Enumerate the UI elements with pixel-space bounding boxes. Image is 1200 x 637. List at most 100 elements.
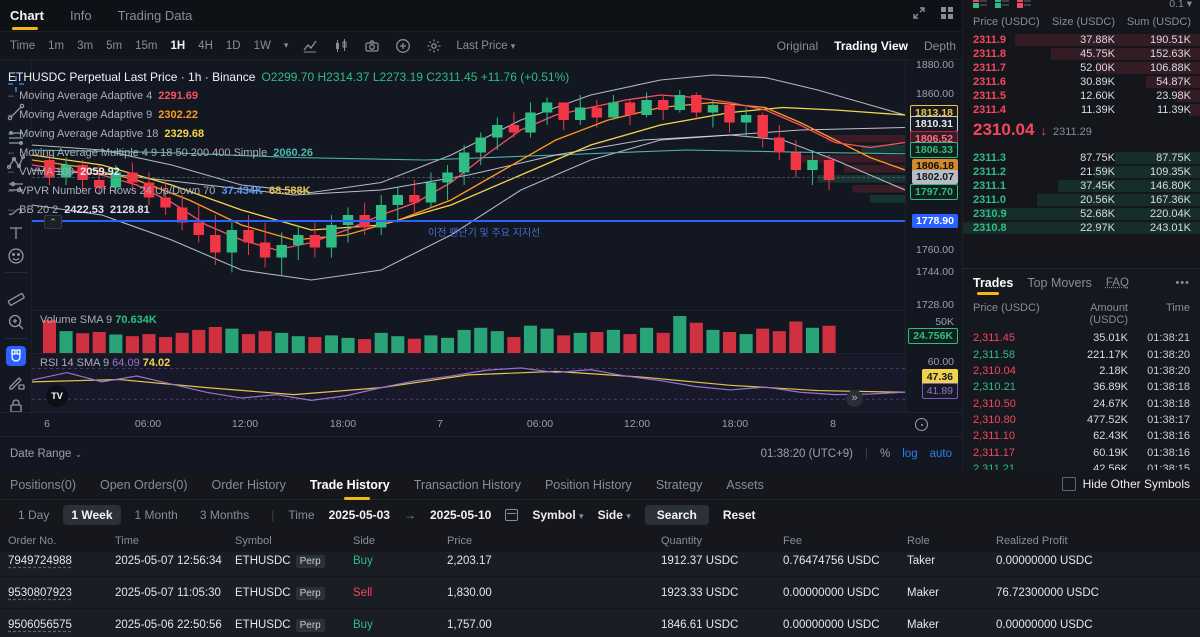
line-chart-icon[interactable]: [301, 37, 319, 55]
order-number[interactable]: 7949724988: [8, 555, 115, 567]
orderbook-row[interactable]: 2311.630.89K54.87K: [963, 75, 1200, 89]
text-tool-icon[interactable]: [6, 223, 26, 243]
price-axis[interactable]: 1880.001860.001813.181810.311806.521806.…: [905, 60, 962, 412]
pattern-tool-icon[interactable]: [6, 153, 26, 173]
orderbook-row[interactable]: 2311.411.39K11.39K: [963, 103, 1200, 117]
symbol-filter-select[interactable]: Symbol ▾: [532, 508, 583, 522]
emoji-tool-icon[interactable]: [6, 246, 26, 266]
tab-info[interactable]: Info: [70, 0, 92, 32]
bottom-tab-open-orders-0-[interactable]: Open Orders(0): [100, 470, 188, 500]
tick-size-select[interactable]: 0.1 ▾: [1169, 0, 1192, 10]
orderbook-row[interactable]: 2311.387.75K87.75K: [963, 151, 1200, 165]
trendline-tool-icon[interactable]: [6, 102, 26, 122]
interval-1m[interactable]: 1m: [48, 40, 64, 52]
measure-tool-icon[interactable]: [6, 286, 26, 306]
trade-row[interactable]: 2,311.4535.01K01:38:21: [963, 330, 1200, 346]
drawing-lock-icon[interactable]: [6, 373, 26, 393]
zoom-in-tool-icon[interactable]: [6, 312, 26, 332]
hide-other-symbols[interactable]: Hide Other Symbols: [1062, 477, 1190, 491]
interval-1d[interactable]: 1D: [226, 40, 241, 52]
view-mode-original[interactable]: Original: [777, 39, 818, 53]
expand-icon[interactable]: [912, 6, 926, 20]
view-mode-depth[interactable]: Depth: [924, 39, 956, 53]
tab-chart[interactable]: Chart: [10, 0, 44, 32]
trades-tab-trades[interactable]: Trades: [973, 276, 1013, 290]
interval-3m[interactable]: 3m: [77, 40, 93, 52]
add-indicator-icon[interactable]: [394, 37, 412, 55]
orderbook-row[interactable]: 2311.845.75K152.63K: [963, 47, 1200, 61]
table-row[interactable]: 95308079232025-05-07 11:05:30ETHUSDCPerp…: [0, 577, 1200, 608]
scroll-to-realtime-icon[interactable]: [915, 418, 928, 431]
orderbook-row[interactable]: 2311.137.45K146.80K: [963, 179, 1200, 193]
brush-tool-icon[interactable]: [6, 200, 26, 220]
interval-15m[interactable]: 15m: [135, 40, 157, 52]
orderbook-row[interactable]: 2311.020.56K167.36K: [963, 193, 1200, 207]
book-bids-icon[interactable]: [995, 0, 1009, 8]
interval-dropdown-caret[interactable]: ▾: [284, 40, 289, 51]
bottom-tab-trade-history[interactable]: Trade History: [310, 470, 390, 500]
calendar-icon[interactable]: [505, 509, 518, 521]
orderbook-row[interactable]: 2310.952.68K220.04K: [963, 207, 1200, 221]
fib-tool-icon[interactable]: [6, 128, 26, 148]
trade-row[interactable]: 2,311.1760.19K01:38:16: [963, 445, 1200, 461]
camera-icon[interactable]: [363, 37, 381, 55]
side-filter-select[interactable]: Side ▾: [598, 508, 631, 522]
orderbook-row[interactable]: 2311.512.60K23.98K: [963, 89, 1200, 103]
bottom-tab-position-history[interactable]: Position History: [545, 470, 632, 500]
bids-list[interactable]: 2311.387.75K87.75K2311.221.59K109.35K231…: [963, 151, 1200, 235]
bottom-tab-assets[interactable]: Assets: [726, 470, 764, 500]
date-range-button[interactable]: Date Range ⌄: [10, 448, 82, 460]
date-to-input[interactable]: 2025-05-10: [430, 508, 491, 522]
interval-1h[interactable]: 1H: [170, 40, 185, 52]
last-price-row[interactable]: 2310.04 ↓ 2311.29: [973, 120, 1092, 140]
orderbook-row[interactable]: 2311.221.59K109.35K: [963, 165, 1200, 179]
trades-tab-faq[interactable]: FAQ: [1106, 277, 1129, 289]
rsi-expand-button[interactable]: »: [846, 390, 863, 407]
table-row[interactable]: 95060565752025-05-06 22:50:56ETHUSDCPerp…: [0, 609, 1200, 637]
bottom-tab-order-history[interactable]: Order History: [212, 470, 286, 500]
time-axis[interactable]: 606:0012:0018:00706:0012:0018:008: [0, 412, 962, 436]
trades-more-icon[interactable]: •••: [1175, 277, 1190, 289]
bottom-tab-strategy[interactable]: Strategy: [656, 470, 703, 500]
range-3-months[interactable]: 3 Months: [192, 505, 257, 525]
range-1-month[interactable]: 1 Month: [127, 505, 186, 525]
trade-row[interactable]: 2,310.2136.89K01:38:18: [963, 379, 1200, 395]
trade-row[interactable]: 2,310.042.18K01:38:20: [963, 363, 1200, 379]
log-scale-button[interactable]: log: [902, 448, 917, 460]
range-1-week[interactable]: 1 Week: [63, 505, 120, 525]
tab-trading-data[interactable]: Trading Data: [118, 0, 193, 32]
trades-list[interactable]: 2,311.4535.01K01:38:212,311.58221.17K01:…: [963, 330, 1200, 477]
support-line[interactable]: [32, 220, 905, 222]
settings-gear-icon[interactable]: [425, 37, 443, 55]
view-mode-trading-view[interactable]: Trading View: [834, 39, 908, 53]
interval-1w[interactable]: 1W: [254, 40, 271, 52]
search-button[interactable]: Search: [645, 505, 709, 525]
trades-tab-top-movers[interactable]: Top Movers: [1027, 276, 1092, 290]
bottom-tab-positions-0-[interactable]: Positions(0): [10, 470, 76, 500]
trade-row[interactable]: 2,311.1062.43K01:38:16: [963, 428, 1200, 444]
hide-other-checkbox[interactable]: [1062, 477, 1076, 491]
interval-4h[interactable]: 4H: [198, 40, 213, 52]
legend-collapse-button[interactable]: ⌃: [44, 215, 62, 229]
magnet-tool-icon[interactable]: [6, 346, 26, 366]
order-number[interactable]: 9530807923: [8, 587, 115, 599]
order-number[interactable]: 9506056575: [8, 619, 115, 631]
reset-button[interactable]: Reset: [723, 508, 756, 522]
percent-scale-button[interactable]: %: [880, 448, 890, 460]
book-both-icon[interactable]: [973, 0, 987, 8]
date-from-input[interactable]: 2025-05-03: [329, 508, 390, 522]
crosshair-tool-icon[interactable]: [6, 74, 26, 94]
candles-icon[interactable]: [332, 37, 350, 55]
forecast-tool-icon[interactable]: [6, 177, 26, 197]
layout-grid-icon[interactable]: [940, 6, 954, 20]
trade-row[interactable]: 2,310.80477.52K01:38:17: [963, 412, 1200, 428]
orderbook-row[interactable]: 2311.937.88K190.51K: [963, 33, 1200, 47]
auto-scale-button[interactable]: auto: [930, 448, 952, 460]
bottom-tab-transaction-history[interactable]: Transaction History: [414, 470, 521, 500]
orderbook-row[interactable]: 2311.752.00K106.88K: [963, 61, 1200, 75]
book-asks-icon[interactable]: [1017, 0, 1031, 8]
price-source-select[interactable]: Last Price ▾: [456, 40, 515, 52]
orderbook-row[interactable]: 2310.822.97K243.01K: [963, 221, 1200, 235]
trade-row[interactable]: 2,311.58221.17K01:38:20: [963, 346, 1200, 362]
range-1-day[interactable]: 1 Day: [10, 505, 57, 525]
